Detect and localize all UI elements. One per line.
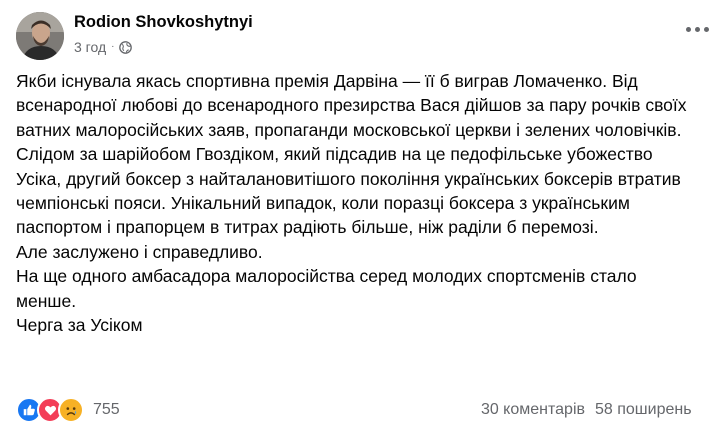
reactions-summary[interactable] bbox=[16, 397, 84, 423]
post-footer: 755 30 коментарів 58 поширень bbox=[16, 397, 707, 423]
reaction-count[interactable]: 755 bbox=[93, 401, 120, 419]
meta-separator: · bbox=[111, 41, 115, 52]
avatar[interactable] bbox=[16, 12, 64, 60]
more-options-icon[interactable] bbox=[685, 24, 709, 34]
sad-icon bbox=[58, 397, 84, 423]
post-paragraph: Якби існувала якась спортивна премія Дар… bbox=[16, 71, 687, 140]
post-paragraph: На ще одного амбасадора малоросійства се… bbox=[16, 266, 637, 311]
post-meta: 3 год · bbox=[74, 39, 133, 55]
author-name[interactable]: Rodion Shovkoshytnyi bbox=[74, 13, 253, 32]
globe-icon[interactable] bbox=[119, 40, 133, 54]
shares-link[interactable]: 58 поширень bbox=[595, 401, 707, 419]
comments-link[interactable]: 30 коментарів bbox=[481, 401, 585, 419]
post-paragraph: Черга за Усіком bbox=[16, 315, 143, 336]
post-paragraph: Але заслужено і справедливо. bbox=[16, 241, 263, 262]
post-body: Якби існувала якась спортивна премія Дар… bbox=[16, 69, 696, 337]
post-paragraph: Слідом за шарійобом Гвоздіком, який підс… bbox=[16, 144, 681, 238]
post-time[interactable]: 3 год bbox=[74, 39, 106, 55]
